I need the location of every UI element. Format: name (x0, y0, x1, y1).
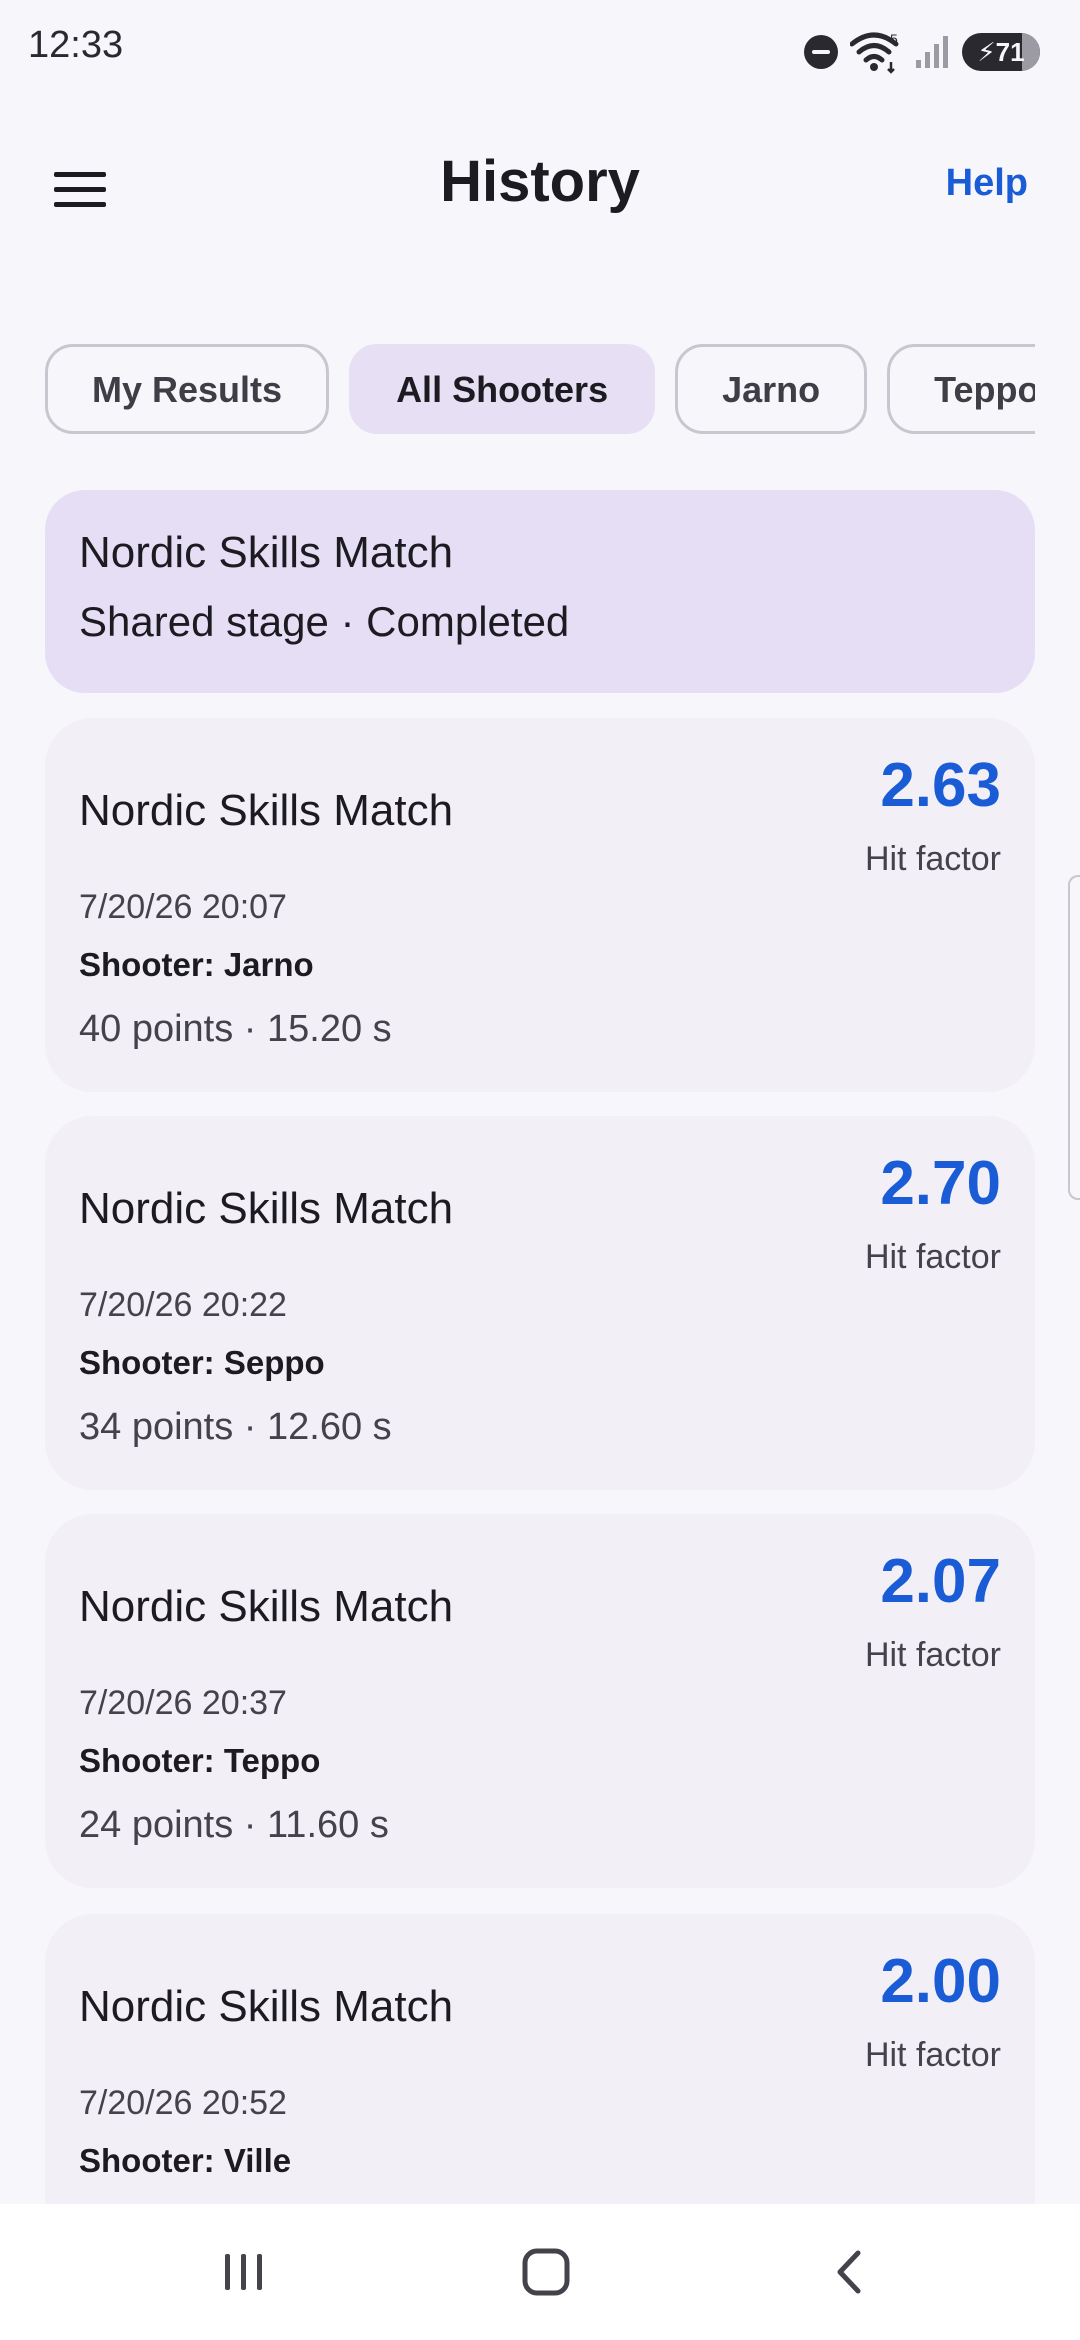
wifi-icon: 5 (849, 30, 902, 74)
result-title: Nordic Skills Match (79, 1184, 454, 1233)
system-nav-bar (0, 2204, 1080, 2340)
result-date: 7/20/26 20:22 (79, 1286, 287, 1324)
hit-factor-value: 2.07 (880, 1547, 1001, 1616)
signal-icon (914, 34, 950, 70)
hit-factor-value: 2.63 (880, 751, 1001, 820)
result-date: 7/20/26 20:52 (79, 2084, 287, 2122)
result-title: Nordic Skills Match (79, 786, 454, 835)
hit-factor-label: Hit factor (864, 840, 1001, 878)
match-banner-card[interactable]: Nordic Skills Match Shared stage · Compl… (45, 490, 1035, 693)
result-stats: 24 points · 11.60 s (79, 1804, 389, 1846)
result-title: Nordic Skills Match (79, 1982, 454, 2031)
result-shooter: Shooter: Jarno (79, 946, 314, 983)
status-bar: 12:33 5 ⚡ 71 (0, 0, 1080, 100)
result-shooter: Shooter: Seppo (79, 1344, 325, 1381)
battery-charging-icon: ⚡ 71 (962, 33, 1040, 71)
hit-factor-value: 2.00 (880, 1947, 1001, 2016)
scrollbar[interactable] (1068, 875, 1080, 1200)
filter-chips: My Results All Shooters Jarno Teppo (45, 344, 1035, 436)
recent-apps-button[interactable] (184, 2224, 304, 2320)
back-icon (837, 2250, 861, 2294)
battery-level: 71 (995, 36, 1025, 67)
result-card[interactable]: Nordic Skills Match 7/20/26 20:37 Shoote… (45, 1514, 1035, 1888)
banner-subtitle: Shared stage · Completed (79, 598, 570, 645)
chip-teppo[interactable]: Teppo (887, 344, 1035, 434)
banner-title: Nordic Skills Match (79, 528, 454, 577)
result-date: 7/20/26 20:37 (79, 1684, 287, 1722)
wifi-badge: 5 (890, 31, 898, 47)
history-screen: 12:33 5 ⚡ 71 History Help My Results All… (0, 0, 1080, 2340)
home-button[interactable] (486, 2224, 606, 2320)
hit-factor-label: Hit factor (864, 2036, 1001, 2074)
help-button[interactable]: Help (946, 162, 1028, 205)
page-title: History (440, 149, 640, 214)
result-shooter: Shooter: Ville (79, 2142, 292, 2179)
result-title: Nordic Skills Match (79, 1582, 454, 1631)
status-icons: 5 ⚡ 71 (804, 30, 1040, 74)
recent-apps-icon (225, 2254, 262, 2290)
home-icon (522, 2248, 570, 2296)
chip-my-results[interactable]: My Results (45, 344, 330, 434)
result-stats: 34 points · 12.60 s (79, 1406, 392, 1448)
hit-factor-value: 2.70 (880, 1149, 1001, 1218)
result-date: 7/20/26 20:07 (79, 888, 287, 926)
result-card[interactable]: Nordic Skills Match 7/20/26 20:07 Shoote… (45, 718, 1035, 1092)
status-time: 12:33 (28, 24, 124, 66)
hit-factor-label: Hit factor (864, 1636, 1001, 1674)
result-shooter: Shooter: Teppo (79, 1742, 321, 1779)
do-not-disturb-icon (804, 35, 838, 69)
result-card[interactable]: Nordic Skills Match 7/20/26 20:22 Shoote… (45, 1116, 1035, 1490)
result-stats: 40 points · 15.20 s (79, 1008, 392, 1050)
hit-factor-label: Hit factor (864, 1238, 1001, 1276)
chip-jarno[interactable]: Jarno (675, 344, 868, 434)
back-button[interactable] (790, 2224, 910, 2320)
chip-all-shooters[interactable]: All Shooters (349, 344, 656, 434)
